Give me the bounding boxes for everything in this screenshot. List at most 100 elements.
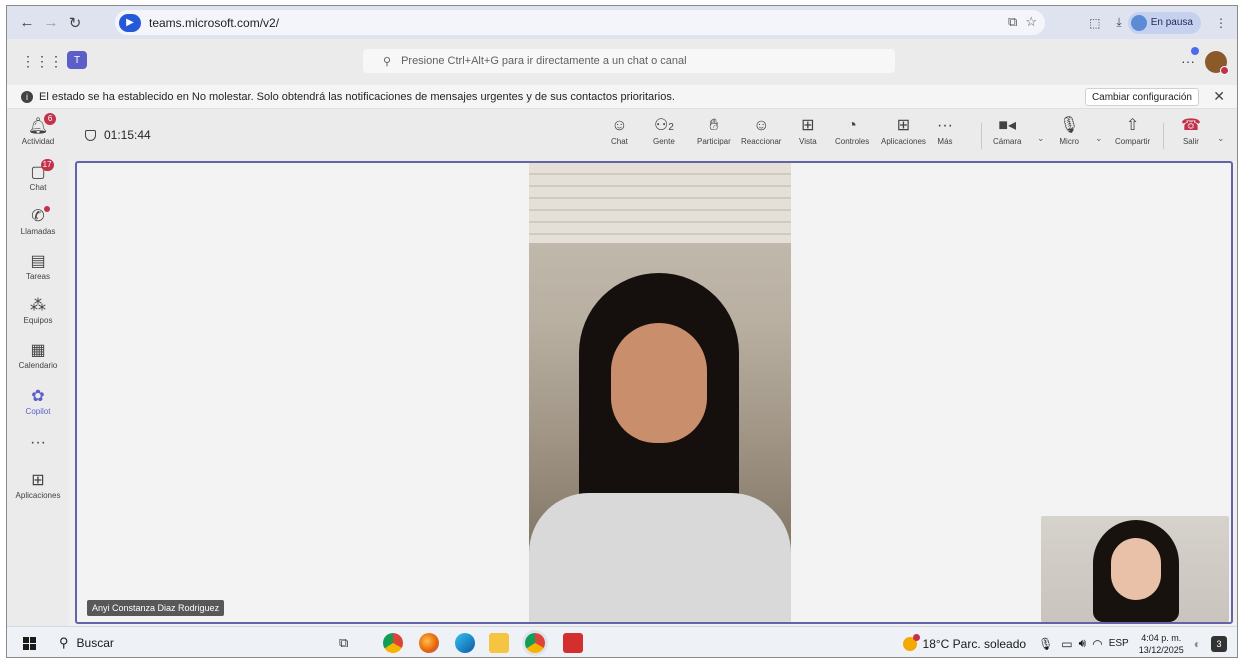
camera-label: Cámara xyxy=(993,137,1022,146)
forward-icon[interactable]: → xyxy=(39,11,63,35)
smiley-icon: ☺ xyxy=(753,117,770,134)
rail-label-copilot: Copilot xyxy=(25,407,51,416)
chrome-icon[interactable] xyxy=(383,633,403,653)
battery-icon[interactable]: ▭ xyxy=(1061,637,1072,651)
mic-button[interactable]: 🎙︎ Micro xyxy=(1059,115,1079,146)
raise-hand-button[interactable]: ✋︎ Participar xyxy=(697,115,731,146)
more-options-icon[interactable]: ··· xyxy=(1181,47,1199,69)
user-avatar[interactable] xyxy=(1205,51,1229,75)
back-icon[interactable]: ← xyxy=(15,11,39,35)
rail-item-apps[interactable]: ⊞ Aplicaciones xyxy=(7,471,69,500)
taskbar-search[interactable]: ⚲ Buscar xyxy=(59,635,114,651)
download-icon[interactable]: ⤓ xyxy=(1116,15,1121,30)
more-apps-icon: ··· xyxy=(30,434,46,451)
participant-name-tag: Anyi Constanza Diaz Rodriguez xyxy=(87,600,225,616)
react-button[interactable]: ☺ Reaccionar xyxy=(741,115,781,146)
controls-label: Controles xyxy=(835,137,870,146)
language-indicator[interactable]: ESP xyxy=(1109,638,1129,649)
chat-icon: ▢ 17 xyxy=(30,159,54,181)
reload-icon[interactable]: ↻ xyxy=(63,11,87,35)
rail-item-calendar[interactable]: ▦ Calendario xyxy=(7,341,69,370)
copilot-icon: ✿ xyxy=(31,388,45,405)
toolbar-divider xyxy=(981,123,982,149)
app-launcher-icon[interactable]: ⋮⋮⋮ xyxy=(21,53,63,70)
chrome-active-icon[interactable] xyxy=(525,633,545,653)
rail-label-calendar: Calendario xyxy=(18,361,58,370)
windows-start-icon[interactable] xyxy=(23,637,36,650)
teams-group-icon: ⁂ xyxy=(30,297,46,314)
apps-button[interactable]: ⊞ Aplicaciones xyxy=(881,115,926,146)
timer-text: 01:15:44 xyxy=(104,128,151,142)
add-app-icon: ⊞ xyxy=(896,117,911,134)
view-button[interactable]: ⊞ Vista xyxy=(799,115,817,146)
clock[interactable]: 4:04 p. m. 13/12/2025 xyxy=(1139,632,1184,656)
windows-taskbar: ⚲ Buscar ⧉ 18°C Parc. soleado 🎙︎ ▭ 🔊︎ ◠ … xyxy=(7,626,1237,657)
teams-search-input[interactable]: ⚲ Presione Ctrl+Alt+G para ir directamen… xyxy=(363,49,895,73)
browser-actions: ⬚ ⤓ En pausa ⋮ xyxy=(1089,6,1237,39)
weather-icon xyxy=(902,633,920,651)
clipboard-icon: ▤ xyxy=(30,253,46,270)
address-bar[interactable]: ▶ teams.microsoft.com/v2/ ⧉ ☆ xyxy=(115,10,1045,35)
volume-icon[interactable]: 🔊︎ xyxy=(1079,636,1087,651)
profile-pill[interactable]: En pausa xyxy=(1127,11,1201,34)
rail-item-more[interactable]: ··· xyxy=(7,433,69,453)
rail-item-tasks[interactable]: ▤ Tareas xyxy=(7,252,69,281)
edge-icon[interactable] xyxy=(455,633,475,653)
participant-video[interactable] xyxy=(529,163,791,622)
microphone-tray-icon[interactable]: 🎙︎ xyxy=(1038,637,1053,651)
mic-options-chevron-icon[interactable]: ⌄ xyxy=(1095,133,1103,144)
chat-button[interactable]: ☺ Chat xyxy=(611,115,628,146)
meeting-timer: 01:15:44 xyxy=(85,128,151,142)
camera-options-chevron-icon[interactable]: ⌄ xyxy=(1037,133,1045,144)
update-badge xyxy=(1191,47,1199,55)
wifi-icon[interactable]: ◠ xyxy=(1092,637,1102,651)
banner-message: El estado se ha establecido en No molest… xyxy=(39,90,675,103)
search-icon: ⚲ xyxy=(383,55,392,68)
participant-shirt xyxy=(529,493,791,622)
rail-item-activity[interactable]: 🔔︎ 6 Actividad xyxy=(7,113,69,146)
meeting-stage: Anyi Constanza Diaz Rodriguez xyxy=(75,161,1233,624)
camera-button[interactable]: ■◂ Cámara xyxy=(993,115,1021,146)
file-explorer-icon[interactable] xyxy=(489,633,509,653)
rail-label-activity: Actividad xyxy=(21,137,55,146)
controls-button[interactable]: ◔ Controles xyxy=(835,115,869,146)
rail-item-chat[interactable]: ▢ 17 Chat xyxy=(7,159,69,192)
hand-icon: ✋︎ xyxy=(709,117,719,134)
share-button[interactable]: ⇧ Compartir xyxy=(1115,115,1150,146)
weather-text[interactable]: 18°C Parc. soleado xyxy=(923,637,1027,651)
leave-options-chevron-icon[interactable]: ⌄ xyxy=(1217,133,1225,144)
meet-now-icon[interactable]: ◐ xyxy=(1194,637,1201,651)
firefox-icon[interactable] xyxy=(419,633,439,653)
close-icon[interactable]: ✕ xyxy=(1213,88,1225,105)
change-settings-button[interactable]: Cambiar configuración xyxy=(1084,88,1199,106)
phone-icon: ✆ xyxy=(31,206,50,227)
site-info-icon[interactable]: ▶ xyxy=(119,13,141,32)
install-app-icon[interactable]: ⧉ xyxy=(1008,14,1017,30)
participant-face xyxy=(611,323,707,443)
notifications-icon[interactable]: 3 xyxy=(1211,635,1227,652)
rail-item-copilot[interactable]: ✿ Copilot xyxy=(7,387,69,416)
clock-time: 4:04 p. m. xyxy=(1141,632,1182,643)
add-apps-icon: ⊞ xyxy=(31,472,45,489)
leave-button[interactable]: ☎︎ Salir xyxy=(1181,115,1201,146)
app-rail: 🔔︎ 6 Actividad ▢ 17 Chat ✆ Llamadas ▤ Tare… xyxy=(7,109,69,626)
teams-logo-icon: T xyxy=(67,51,87,69)
task-view-icon[interactable]: ⧉ xyxy=(339,635,348,651)
browser-menu-icon[interactable]: ⋮ xyxy=(1215,16,1227,30)
bookmark-star-icon[interactable]: ☆ xyxy=(1025,14,1037,30)
pdf-reader-icon[interactable] xyxy=(563,633,583,653)
people-button[interactable]: ⚇2 Gente xyxy=(653,115,675,146)
presence-dnd-icon xyxy=(1220,66,1229,75)
people-label: Gente xyxy=(653,137,675,146)
url-text: teams.microsoft.com/v2/ xyxy=(149,15,280,30)
ellipsis-icon: ··· xyxy=(937,117,953,134)
rail-item-calls[interactable]: ✆ Llamadas xyxy=(7,206,69,236)
meeting-toolbar: 01:15:44 ☺ Chat ⚇2 Gente ✋︎ Participar ☺… xyxy=(69,109,1237,161)
microphone-icon: 🎙︎ xyxy=(1059,117,1080,134)
rail-item-teams[interactable]: ⁂ Equipos xyxy=(7,296,69,325)
system-tray: 18°C Parc. soleado 🎙︎ ▭ 🔊︎ ◠ ESP 4:04 p.… xyxy=(902,627,1237,657)
extensions-icon[interactable]: ⬚ xyxy=(1089,16,1100,30)
share-label: Compartir xyxy=(1115,137,1151,146)
self-view-video[interactable] xyxy=(1041,516,1229,622)
more-button[interactable]: ··· Más xyxy=(937,115,953,146)
